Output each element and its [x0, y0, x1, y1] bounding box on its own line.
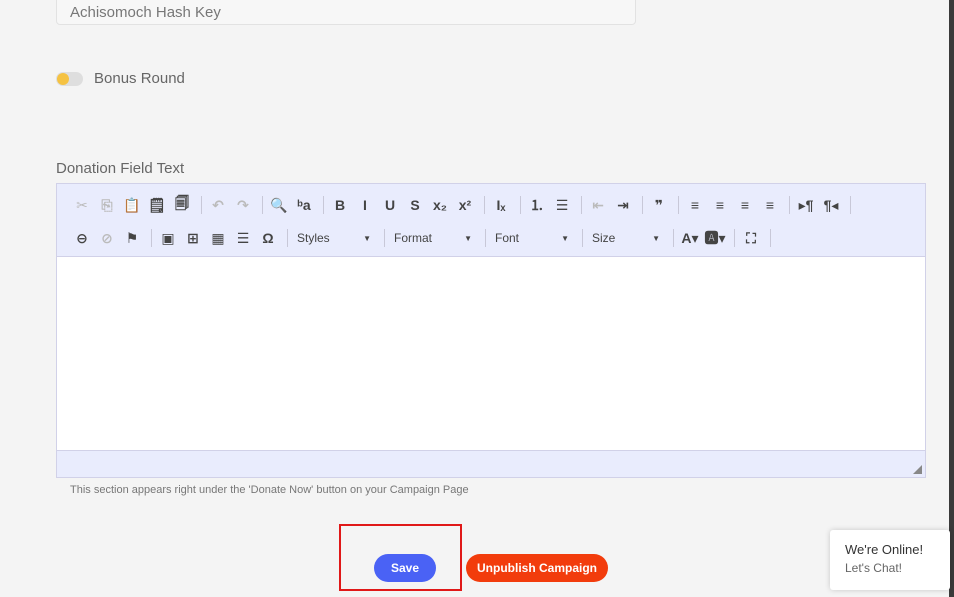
toolbar-separator: [850, 196, 851, 214]
donation-field-label: Donation Field Text: [56, 160, 185, 177]
hash-key-value: Achisomoch Hash Key: [70, 4, 221, 21]
chevron-down-icon: ▼: [363, 233, 371, 243]
chevron-down-icon: ▼: [561, 233, 569, 243]
copy-icon[interactable]: ⎘: [96, 194, 118, 216]
toolbar-separator: [642, 196, 643, 214]
editor-footer: [57, 450, 925, 477]
toolbar-separator: [770, 229, 771, 247]
toolbar-separator: [582, 229, 583, 247]
window-edge: [949, 0, 954, 597]
undo-icon[interactable]: ↶: [207, 194, 229, 216]
ltr-icon[interactable]: ▸¶: [795, 194, 817, 216]
toolbar-separator: [485, 229, 486, 247]
unlink-icon[interactable]: ⊘: [96, 227, 118, 249]
donation-field-hint: This section appears right under the 'Do…: [70, 484, 469, 496]
unpublish-campaign-button[interactable]: Unpublish Campaign: [466, 554, 608, 582]
italic-icon[interactable]: I: [354, 194, 376, 216]
paste-icon[interactable]: 📋: [121, 194, 143, 216]
styles-dropdown-label: Styles: [297, 231, 330, 245]
save-button[interactable]: Save: [374, 554, 436, 582]
size-dropdown[interactable]: Size ▼: [588, 227, 664, 249]
toolbar-row-1: ✂ ⎘ 📋 🗒 🗐 ↶ ↷ 🔍 ᵇa B I U Sx₂ x² Iₓ ⒈ ☰ ⇤ ⇥ ❞ ≡ ≡ ≡ ≡ ▸¶ ¶◂: [71, 192, 913, 218]
table-icon[interactable]: ▦: [207, 227, 229, 249]
maximize-icon[interactable]: ⛶: [740, 227, 762, 249]
insert-media-icon[interactable]: ⊞: [182, 227, 204, 249]
rtl-icon[interactable]: ¶◂: [820, 194, 842, 216]
format-dropdown[interactable]: Format ▼: [390, 227, 476, 249]
hash-key-input[interactable]: Achisomoch Hash Key: [56, 0, 636, 25]
styles-dropdown[interactable]: Styles ▼: [293, 227, 375, 249]
bold-icon[interactable]: B: [329, 194, 351, 216]
font-dropdown[interactable]: Font ▼: [491, 227, 573, 249]
subscript-icon[interactable]: x₂: [429, 194, 451, 216]
bg-color-icon[interactable]: 🅰▾: [704, 227, 726, 249]
chevron-down-icon: ▼: [652, 233, 660, 243]
toggle-knob: [57, 72, 69, 85]
toolbar-separator: [520, 196, 521, 214]
size-dropdown-label: Size: [592, 231, 616, 245]
cut-icon[interactable]: ✂: [71, 194, 93, 216]
find-icon[interactable]: 🔍: [268, 194, 290, 216]
resize-handle-icon[interactable]: [913, 465, 922, 474]
toolbar-separator: [201, 196, 202, 214]
toolbar-separator: [673, 229, 674, 247]
align-center-icon[interactable]: ≡: [709, 194, 731, 216]
toolbar-separator: [789, 196, 790, 214]
paste-word-icon[interactable]: 🗐: [171, 194, 193, 216]
special-char-icon[interactable]: Ω: [257, 227, 279, 249]
paste-text-icon[interactable]: 🗒: [146, 194, 168, 216]
strike-icon[interactable]: S: [404, 194, 426, 216]
blockquote-icon[interactable]: ❞: [648, 194, 670, 216]
toolbar-separator: [581, 196, 582, 214]
bonus-round-row: Bonus Round: [56, 70, 185, 87]
redo-icon[interactable]: ↷: [232, 194, 254, 216]
bonus-round-label: Bonus Round: [94, 70, 185, 87]
align-right-icon[interactable]: ≡: [734, 194, 756, 216]
anchor-flag-icon[interactable]: ⚑: [121, 227, 143, 249]
align-left-icon[interactable]: ≡: [684, 194, 706, 216]
editor-content-area[interactable]: [57, 257, 925, 450]
bulleted-list-icon[interactable]: ☰: [551, 194, 573, 216]
chat-widget[interactable]: We're Online! Let's Chat!: [830, 530, 950, 590]
font-dropdown-label: Font: [495, 231, 520, 245]
toolbar-separator: [287, 229, 288, 247]
text-color-icon[interactable]: A▾: [679, 227, 701, 249]
horizontal-line-icon[interactable]: ☰: [232, 227, 254, 249]
toolbar-separator: [384, 229, 385, 247]
numbered-list-icon[interactable]: ⒈: [526, 194, 548, 216]
toolbar-separator: [678, 196, 679, 214]
toolbar-separator: [734, 229, 735, 247]
format-dropdown-label: Format: [394, 231, 433, 245]
chat-title: We're Online!: [845, 542, 924, 557]
toolbar-row-2: ⊖ ⊘ ⚑ ▣ ⊞ ▦ ☰ Ω Styles ▼ Format ▼ Font ▼ Size ▼…: [71, 225, 913, 251]
image-icon[interactable]: ▣: [157, 227, 179, 249]
remove-format-icon[interactable]: Iₓ: [490, 194, 512, 216]
outdent-icon[interactable]: ⇤: [587, 194, 609, 216]
bonus-round-toggle[interactable]: [56, 71, 83, 86]
toolbar-separator: [323, 196, 324, 214]
toolbar-separator: [262, 196, 263, 214]
justify-icon[interactable]: ≡: [759, 194, 781, 216]
chat-subtitle: Let's Chat!: [845, 561, 902, 575]
editor-toolbar: ✂ ⎘ 📋 🗒 🗐 ↶ ↷ 🔍 ᵇa B I U Sx₂ x² Iₓ ⒈ ☰ ⇤ ⇥ ❞ ≡ ≡ ≡ ≡ ▸¶ ¶◂ ⊖ ⊘ ⚑ ▣ ⊞ ▦…: [57, 184, 925, 257]
indent-icon[interactable]: ⇥: [612, 194, 634, 216]
toolbar-separator: [484, 196, 485, 214]
toolbar-separator: [151, 229, 152, 247]
replace-icon[interactable]: ᵇa: [293, 194, 315, 216]
chevron-down-icon: ▼: [464, 233, 472, 243]
rich-text-editor: ✂ ⎘ 📋 🗒 🗐 ↶ ↷ 🔍 ᵇa B I U Sx₂ x² Iₓ ⒈ ☰ ⇤ ⇥ ❞ ≡ ≡ ≡ ≡ ▸¶ ¶◂ ⊖ ⊘ ⚑ ▣ ⊞ ▦…: [56, 183, 926, 478]
superscript-icon[interactable]: x²: [454, 194, 476, 216]
underline-icon[interactable]: U: [379, 194, 401, 216]
link-icon[interactable]: ⊖: [71, 227, 93, 249]
